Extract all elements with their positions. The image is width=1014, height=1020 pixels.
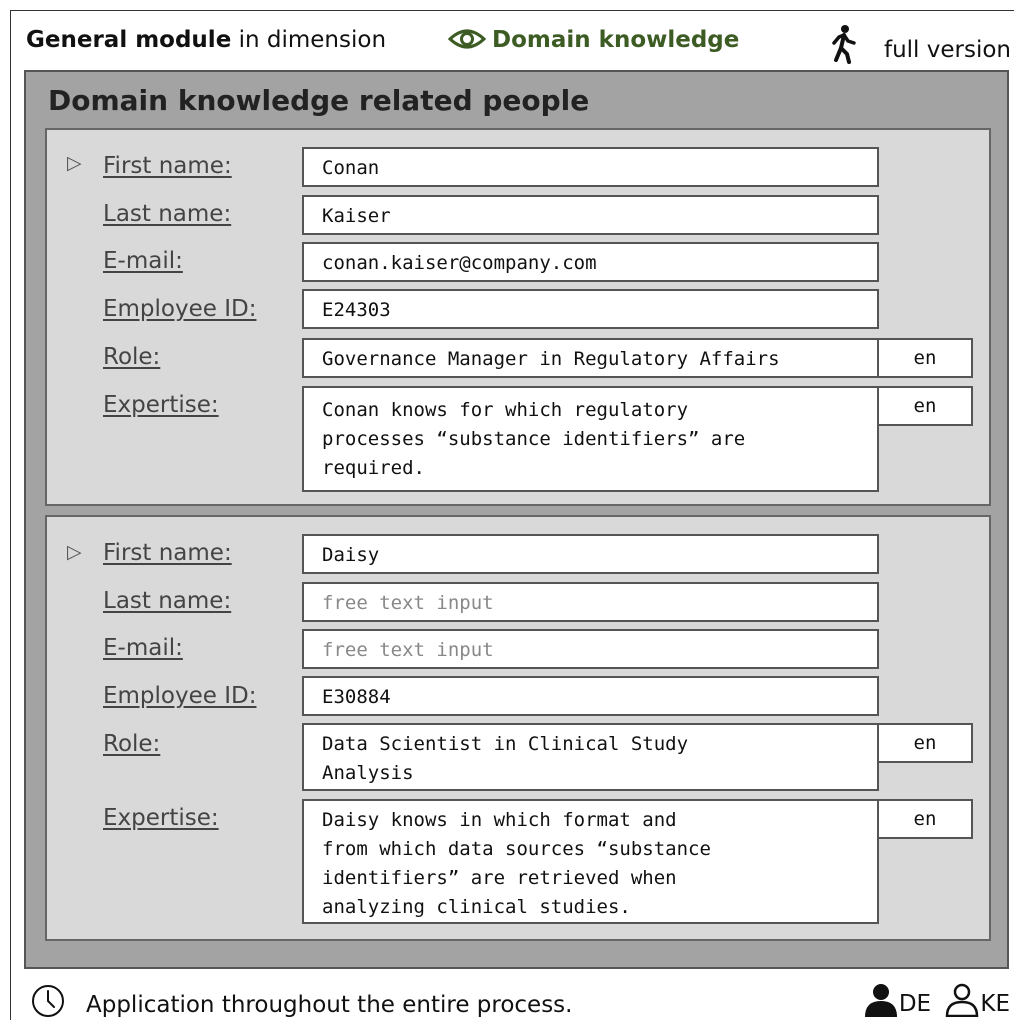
employee-id-label: Employee ID: [103,296,257,322]
expertise-field[interactable]: Conan knows for which regulatory process… [302,386,879,492]
first-name-label: First name: [103,153,232,179]
module-title-bold: General module [26,27,232,53]
clock-icon [32,985,64,1017]
footer-note-text: Application throughout the entire proces… [86,992,573,1018]
role-field[interactable]: Governance Manager in Regulatory Affairs [302,338,879,378]
last-name-label: Last name: [103,201,232,227]
expertise-label: Expertise: [103,392,219,418]
email-field[interactable]: free text input [302,629,879,669]
version-label: full version [883,37,1011,63]
person-outline-icon [946,983,979,1018]
first-name-label: First name: [103,540,232,566]
role-language-select[interactable]: en [877,723,973,763]
role-label: Role: [103,344,161,370]
version-toggle[interactable]: full version [830,24,1011,66]
first-name-field[interactable]: Daisy [302,534,879,574]
email-label: E-mail: [103,635,183,661]
employee-id-field[interactable]: E24303 [302,289,879,329]
last-name-field[interactable]: Kaiser [302,195,879,235]
lang-de-label: DE [898,991,932,1017]
walking-person-icon [832,25,856,64]
email-label: E-mail: [103,248,183,274]
expertise-language-select[interactable]: en [877,386,973,426]
role-field[interactable]: Data Scientist in Clinical Study Analysi… [302,723,879,791]
expertise-label: Expertise: [103,805,219,831]
expand-toggle-icon[interactable]: ▷ [67,152,82,174]
employee-id-label: Employee ID: [103,683,257,709]
first-name-field[interactable]: Conan [302,147,879,187]
person-card: ▷ First name: Daisy Last name: free text… [45,515,991,941]
role-label: Role: [103,731,161,757]
expertise-language-select[interactable]: en [877,799,973,839]
expand-toggle-icon[interactable]: ▷ [67,541,82,563]
lang-ke[interactable]: KE [944,983,1010,1018]
header: General module in dimension Domain knowl… [26,24,1011,64]
role-language-select[interactable]: en [877,338,973,378]
email-field[interactable]: conan.kaiser@company.com [302,242,879,282]
lang-de[interactable]: DE [863,984,939,1017]
person-filled-icon [864,984,897,1017]
last-name-field[interactable]: free text input [302,582,879,622]
expertise-field[interactable]: Daisy knows in which format and from whi… [302,799,879,924]
lang-ke-label: KE [980,991,1010,1017]
domain-link[interactable]: Domain knowledge [447,24,740,56]
person-card: ▷ First name: Conan Last name: Kaiser E-… [45,128,991,506]
eye-icon [447,29,487,49]
language-switcher: DE KE [863,983,1010,1020]
last-name-label: Last name: [103,588,232,614]
module-title: General module in dimension [26,24,386,56]
employee-id-field[interactable]: E30884 [302,676,879,716]
footer: Application throughout the entire proces… [30,983,1010,1019]
footer-note: Application throughout the entire proces… [30,983,572,1020]
module-title-rest: in dimension [231,27,387,53]
domain-label: Domain knowledge [492,27,740,53]
panel-title: Domain knowledge related people [48,84,590,117]
domain-knowledge-panel: Domain knowledge related people ▷ First … [24,70,1009,969]
